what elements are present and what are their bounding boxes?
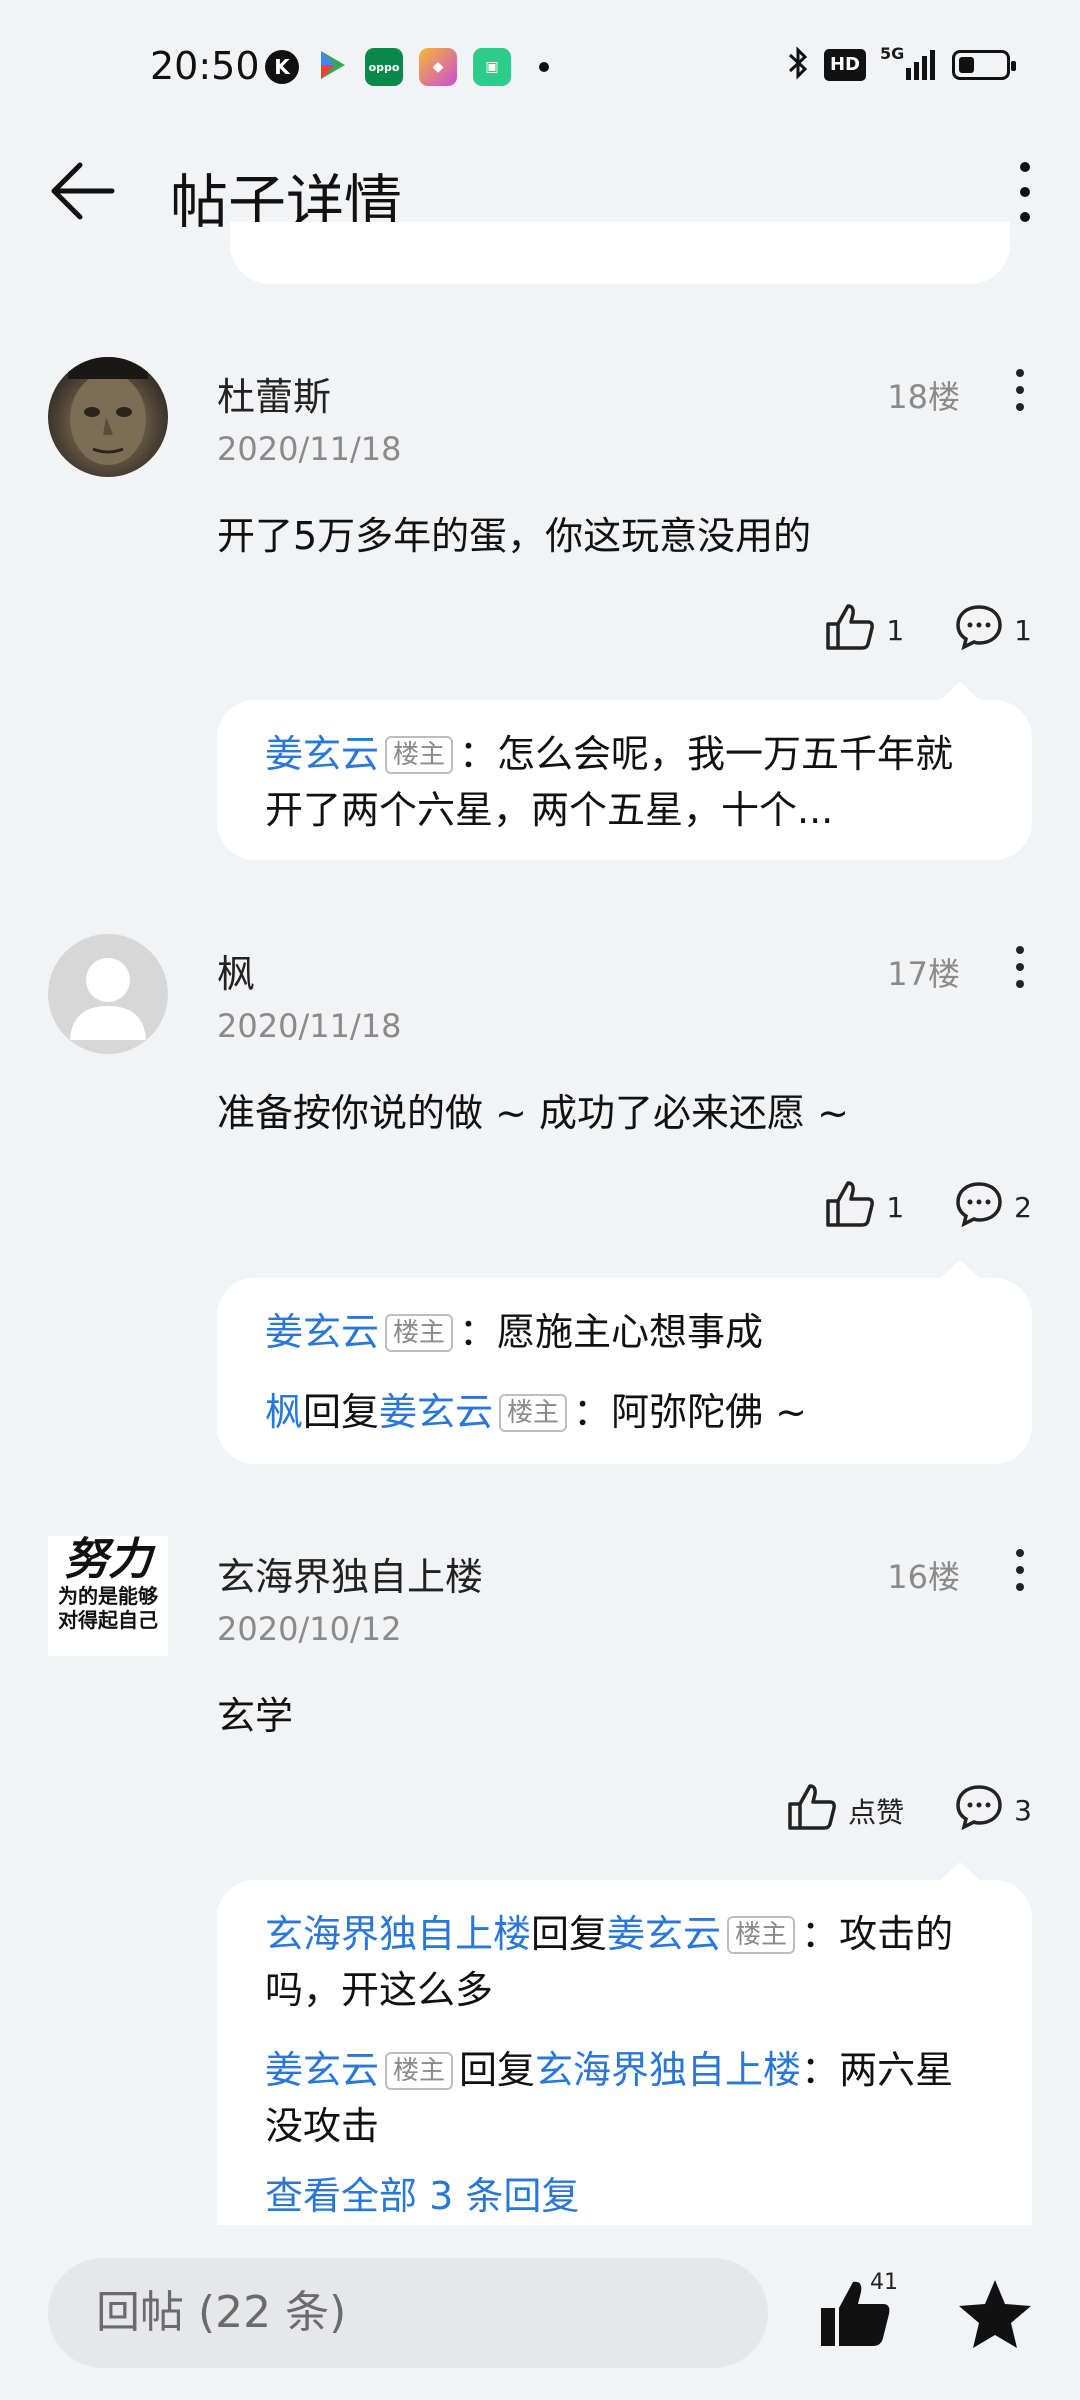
previous-reply-box: [230, 222, 1010, 284]
floor-number: 18楼: [887, 378, 960, 416]
reply-author[interactable]: 姜玄云: [265, 2048, 379, 2092]
post-date: 2020/11/18: [217, 430, 402, 468]
op-badge: 楼主: [385, 736, 454, 774]
comment-count: 3: [1014, 1794, 1032, 1827]
avatar-text-line: 对得起自己: [58, 1608, 158, 1632]
bluetooth-icon: [786, 46, 810, 84]
post-date: 2020/11/18: [217, 1007, 402, 1045]
avatar[interactable]: [48, 934, 168, 1054]
reply-target[interactable]: 姜玄云: [607, 1912, 721, 1956]
reply-text: 愿施主心想事成: [497, 1310, 764, 1354]
notification-icons: K oppo ◆ ▣: [265, 48, 549, 86]
reply-target[interactable]: 玄海界独自上楼: [535, 2048, 801, 2092]
reply-author[interactable]: 玄海界独自上楼: [265, 1912, 531, 1956]
username[interactable]: 杜蕾斯: [217, 366, 331, 421]
status-time: 20:50: [150, 44, 260, 88]
post-actions: 1 2: [824, 1179, 1032, 1236]
comment-bubble-icon: [954, 1783, 1004, 1838]
comment-button[interactable]: 3: [954, 1783, 1032, 1838]
post-more-icon[interactable]: [1010, 942, 1030, 992]
reply-preview-box[interactable]: 姜玄云 楼主 ：愿施主心想事成 枫回复姜玄云 楼主 ：阿弥陀佛 ~: [217, 1260, 1032, 1464]
reply-line: 姜玄云 楼主 ：愿施主心想事成: [265, 1304, 984, 1360]
like-count: 1: [886, 614, 905, 647]
play-store-icon: [315, 48, 349, 86]
system-icons: HD 5G: [786, 44, 1016, 84]
post-more-icon[interactable]: [1010, 365, 1030, 415]
op-badge: 楼主: [499, 1394, 568, 1432]
floor-number: 17楼: [887, 955, 960, 993]
reply-separator: ：: [459, 732, 498, 776]
view-all-replies-link[interactable]: 查看全部 3 条回复: [265, 2168, 984, 2224]
shortcuts-app-icon: ◆: [419, 48, 457, 86]
comment-count: 1: [1014, 614, 1032, 647]
comment-button[interactable]: 2: [954, 1180, 1032, 1235]
signal-icon: 5G: [880, 44, 938, 82]
avatar[interactable]: 努力 为的是能够 对得起自己: [48, 1536, 168, 1656]
op-badge: 楼主: [385, 1314, 454, 1352]
like-button[interactable]: 点赞: [786, 1782, 904, 1839]
reply-line: 玄海界独自上楼回复姜玄云 楼主 ：攻击的吗，开这么多: [265, 1906, 984, 2018]
reply-input[interactable]: 回帖 (22 条): [48, 2258, 768, 2368]
like-label: 点赞: [848, 1795, 905, 1829]
like-count: 1: [886, 1191, 905, 1224]
back-arrow-icon[interactable]: [48, 159, 118, 223]
battery-level: [959, 57, 974, 73]
bottom-bar: 回帖 (22 条) 41: [0, 2240, 1080, 2400]
reply-word: 回复: [303, 1390, 380, 1434]
reply-preview-box[interactable]: 玄海界独自上楼回复姜玄云 楼主 ：攻击的吗，开这么多 姜玄云 楼主 回复玄海界独自上楼：…: [217, 1862, 1032, 2225]
reply-author[interactable]: 姜玄云: [265, 1310, 379, 1354]
op-badge: 楼主: [727, 1916, 796, 1954]
comment-bubble-icon: [954, 603, 1004, 658]
oppo-app-icon: oppo: [365, 48, 403, 86]
thumbs-up-icon: [786, 1782, 838, 1839]
reply-preview-box[interactable]: 姜玄云 楼主 ：怎么会呢，我一万五千年就开了两个六星，两个五星，十个...: [217, 682, 1032, 860]
thumbs-up-icon: [824, 602, 876, 659]
floor-number: 16楼: [887, 1558, 960, 1596]
post-date: 2020/10/12: [217, 1610, 402, 1648]
username[interactable]: 枫: [217, 943, 255, 998]
reply-line: 枫回复姜玄云 楼主 ：阿弥陀佛 ~: [265, 1384, 984, 1440]
reply-separator: ：: [801, 1912, 840, 1956]
battery-icon: [952, 50, 1016, 80]
reply-word: 回复: [531, 1912, 608, 1956]
reply-separator: ：: [459, 1310, 498, 1354]
post-content: 准备按你说的做 ~ 成功了必来还愿 ~: [217, 1091, 849, 1135]
shopping-app-icon: ▣: [473, 48, 511, 86]
status-bar: 20:50 K oppo ◆ ▣ HD 5G: [0, 0, 1080, 135]
avatar-text-line: 为的是能够: [58, 1584, 158, 1608]
avatar[interactable]: [48, 357, 168, 477]
reply-line: 姜玄云 楼主 回复玄海界独自上楼：两六星没攻击: [265, 2042, 984, 2154]
username[interactable]: 玄海界独自上楼: [217, 1546, 483, 1601]
more-options-icon[interactable]: [1010, 157, 1040, 227]
post-actions: 点赞 3: [786, 1782, 1032, 1839]
post-content: 开了5万多年的蛋，你这玩意没用的: [217, 514, 812, 558]
reply-separator: ：: [801, 2048, 840, 2092]
like-button[interactable]: 1: [824, 602, 904, 659]
reply-line: 姜玄云 楼主 ：怎么会呢，我一万五千年就开了两个六星，两个五星，十个...: [265, 726, 984, 838]
reply-target[interactable]: 姜玄云: [379, 1390, 493, 1434]
avatar-text-large: 努力: [64, 1536, 152, 1585]
comment-button[interactable]: 1: [954, 603, 1032, 658]
thumbs-up-icon: [824, 1179, 876, 1236]
hd-icon: HD: [823, 49, 866, 81]
comment-bubble-icon: [954, 1180, 1004, 1235]
k-app-icon: K: [265, 50, 299, 84]
favorite-star-icon[interactable]: [955, 2274, 1035, 2354]
comment-count: 2: [1014, 1191, 1032, 1224]
reply-text: 阿弥陀佛 ~: [611, 1390, 807, 1434]
reply-word: 回复: [459, 2048, 536, 2092]
reply-author[interactable]: 枫: [265, 1390, 303, 1434]
post-more-icon[interactable]: [1010, 1545, 1030, 1595]
post-actions: 1 1: [824, 602, 1032, 659]
post-content: 玄学: [217, 1694, 294, 1738]
notification-dot-icon: [539, 62, 549, 72]
like-button[interactable]: 1: [824, 1179, 904, 1236]
reply-separator: ：: [573, 1390, 612, 1434]
post-like-count: 41: [870, 2270, 898, 2295]
op-badge: 楼主: [385, 2052, 454, 2090]
reply-author[interactable]: 姜玄云: [265, 732, 379, 776]
